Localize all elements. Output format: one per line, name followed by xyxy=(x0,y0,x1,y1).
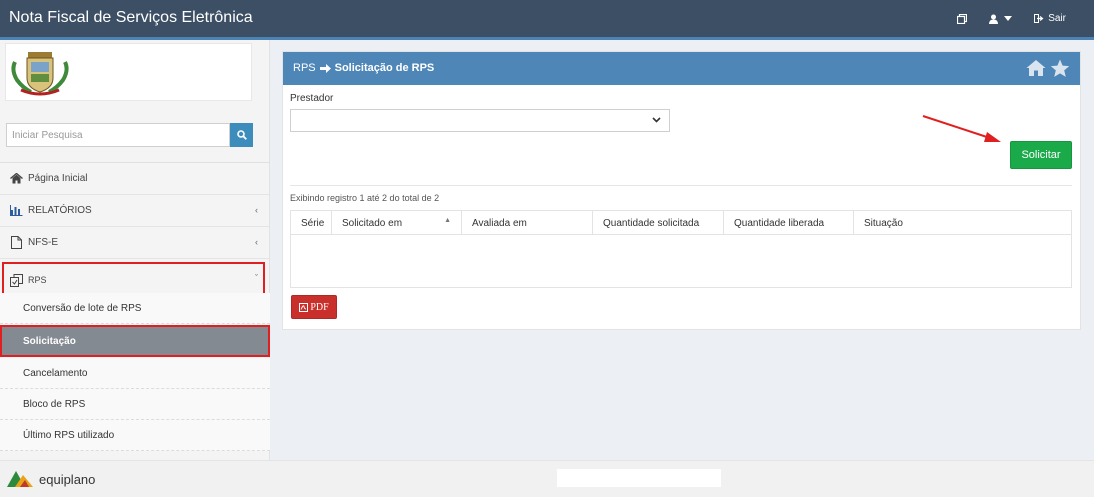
divider xyxy=(290,185,1072,186)
bar-chart-icon xyxy=(9,204,23,218)
sort-asc-icon: ▲ xyxy=(444,217,451,224)
sidebar-item-relatorios[interactable]: RELATÓRIOS ‹ xyxy=(0,195,270,227)
logout-label: Sair xyxy=(1048,13,1066,24)
pdf-export-button[interactable]: PDF xyxy=(291,295,337,319)
sidebar-subitem-cancelamento[interactable]: Cancelamento xyxy=(0,358,270,389)
solicitar-button[interactable]: Solicitar xyxy=(1010,141,1072,169)
sidebar-subitem-conversao[interactable]: Conversão de lote de RPS xyxy=(0,293,270,324)
sidebar-subitem-solicitacao[interactable]: Solicitação xyxy=(0,326,270,357)
sidebar-subitem-label: Cancelamento xyxy=(23,367,88,379)
home-icon xyxy=(9,172,23,186)
rps-table: Série Solicitado em ▲ Avaliada em Quantid… xyxy=(290,210,1072,288)
annotation-arrow-icon xyxy=(922,115,1001,142)
chevron-down-icon xyxy=(652,117,661,123)
chevron-left-icon: ‹ xyxy=(255,205,258,215)
window-copy-button[interactable] xyxy=(957,13,968,24)
top-actions: Sair xyxy=(957,0,1094,37)
caret-down-icon xyxy=(1004,16,1013,21)
user-icon xyxy=(989,14,999,24)
sidebar-subitem-label: Solicitação xyxy=(23,336,76,347)
breadcrumb-parent[interactable]: RPS xyxy=(293,62,316,74)
footer: equiplano xyxy=(0,460,1094,497)
breadcrumb: RPS Solicitação de RPS xyxy=(293,62,434,74)
sidebar-item-home[interactable]: Página Inicial xyxy=(0,163,270,195)
user-menu-button[interactable] xyxy=(989,14,1013,24)
sidebar-subitem-label: Conversão de lote de RPS xyxy=(23,302,142,314)
sidebar-subitem-ultimo-rps[interactable]: Último RPS utilizado xyxy=(0,420,270,451)
sidebar-item-nfse[interactable]: NFS-E ‹ xyxy=(0,227,270,259)
home-icon[interactable] xyxy=(1026,59,1046,78)
column-header-serie[interactable]: Série xyxy=(291,211,332,235)
star-icon[interactable] xyxy=(1050,59,1070,78)
prestador-label: Prestador xyxy=(290,93,334,104)
app-title: Nota Fiscal de Serviços Eletrônica xyxy=(9,9,253,26)
search-icon xyxy=(236,130,247,140)
search-input[interactable] xyxy=(6,123,230,147)
footer-placeholder-box xyxy=(557,469,721,487)
sidebar-item-rps[interactable]: RPS ˇ xyxy=(0,264,270,296)
sidebar-item-label: RELATÓRIOS xyxy=(28,205,92,216)
top-navbar: Nota Fiscal de Serviços Eletrônica Sair xyxy=(0,0,1094,37)
file-icon xyxy=(9,236,23,250)
sidebar-search xyxy=(6,123,253,147)
breadcrumb-current: Solicitação de RPS xyxy=(334,62,435,74)
sidebar-item-label: NFS-E xyxy=(28,237,58,248)
sidebar: Página Inicial RELATÓRIOS ‹ NFS-E ‹ RPS … xyxy=(0,40,270,460)
prestador-select[interactable] xyxy=(290,109,670,132)
chevron-left-icon: ‹ xyxy=(255,237,258,247)
brand-name: equiplano xyxy=(39,471,96,487)
sidebar-subitem-label: Bloco de RPS xyxy=(23,398,86,410)
pdf-label: PDF xyxy=(310,301,329,313)
table-header: Série Solicitado em ▲ Avaliada em Quantid… xyxy=(291,211,1071,235)
municipality-logo-box xyxy=(5,43,252,101)
sidebar-item-label: RPS xyxy=(28,275,47,285)
sidebar-subitem-label: Último RPS utilizado xyxy=(23,429,115,441)
records-info: Exibindo registro 1 até 2 do total de 2 xyxy=(290,193,440,203)
arrow-right-icon xyxy=(319,63,331,73)
card-header: RPS Solicitação de RPS xyxy=(283,52,1080,85)
column-header-solicitado-em[interactable]: Solicitado em ▲ xyxy=(332,211,462,235)
logout-button[interactable]: Sair xyxy=(1034,13,1066,24)
sidebar-item-label: Página Inicial xyxy=(28,173,88,184)
copy-icon xyxy=(9,273,23,287)
column-header-avaliada-em[interactable]: Avaliada em xyxy=(462,211,593,235)
sidebar-subitem-bloco[interactable]: Bloco de RPS xyxy=(0,389,270,420)
equiplano-logo-icon xyxy=(7,471,33,487)
column-header-quantidade-liberada[interactable]: Quantidade liberada xyxy=(724,211,854,235)
column-header-situacao[interactable]: Situação xyxy=(854,211,1071,235)
search-button[interactable] xyxy=(230,123,253,147)
pdf-file-icon xyxy=(299,302,309,312)
header-icons xyxy=(1022,59,1070,78)
chevron-down-icon: ˇ xyxy=(255,273,258,283)
equiplano-logo: equiplano xyxy=(7,470,95,488)
rps-request-card: RPS Solicitação de RPS Prestador Solicit… xyxy=(282,51,1081,330)
sign-out-icon xyxy=(1034,14,1044,23)
municipality-crest-icon xyxy=(11,52,69,96)
window-copy-icon xyxy=(957,13,968,24)
column-header-quantidade-solicitada[interactable]: Quantidade solicitada xyxy=(593,211,724,235)
